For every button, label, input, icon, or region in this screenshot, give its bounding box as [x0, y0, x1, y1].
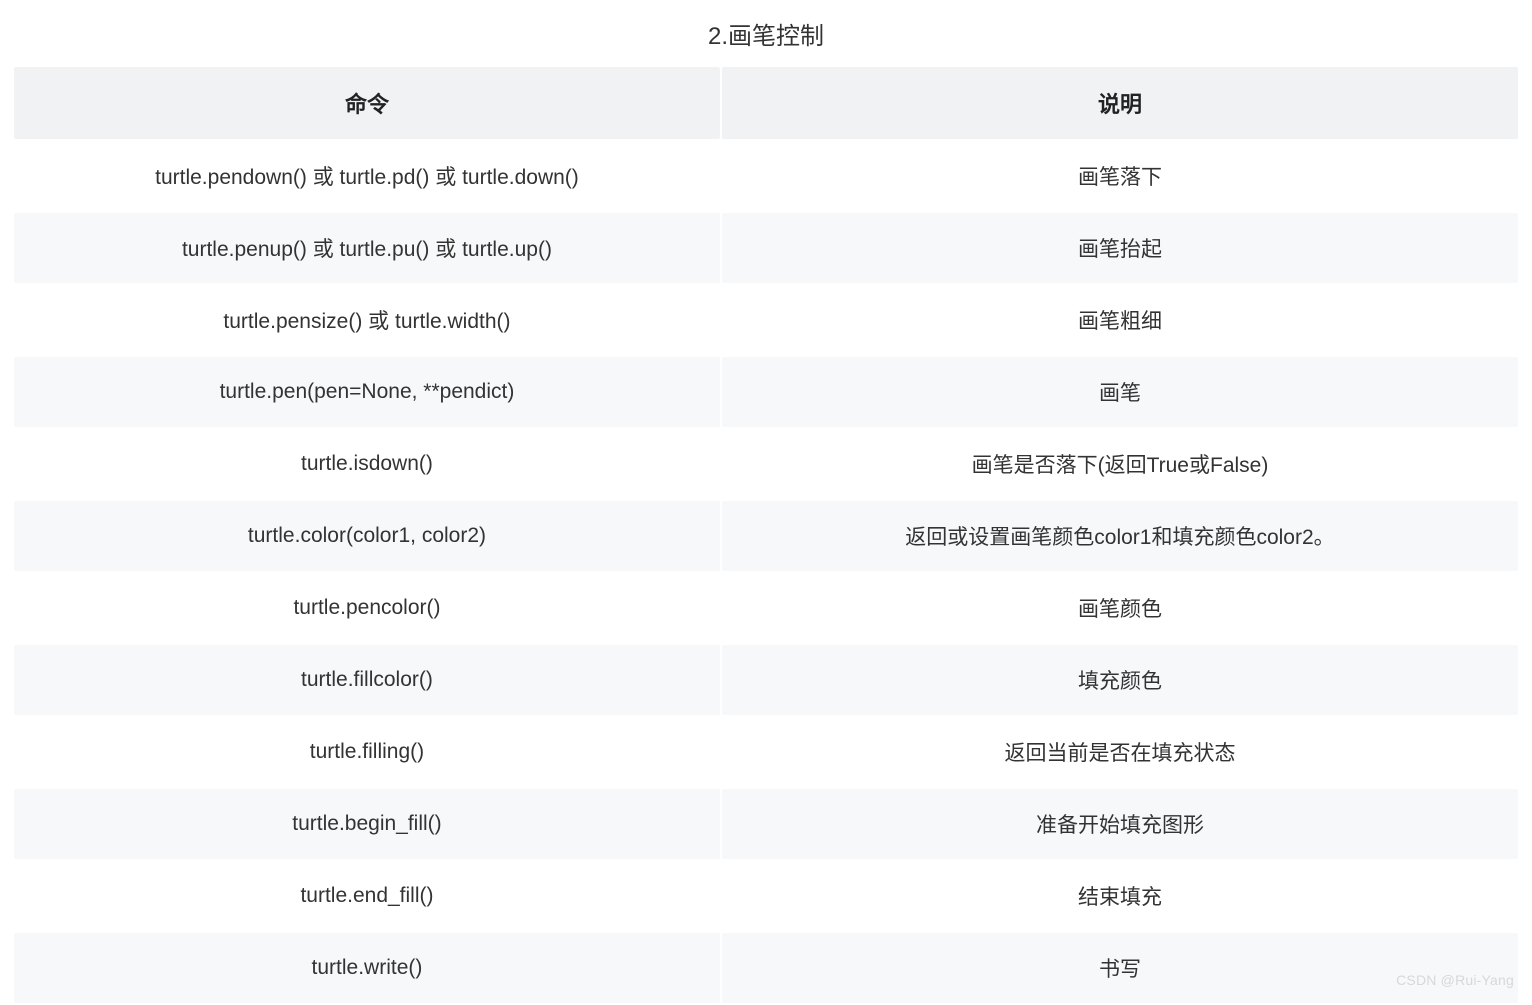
cell-description: 返回当前是否在填充状态	[722, 717, 1518, 787]
cell-command: turtle.color(color1, color2)	[14, 501, 720, 571]
table-caption: 2.画笔控制	[12, 10, 1520, 65]
cell-description: 返回或设置画笔颜色color1和填充颜色color2。	[722, 501, 1518, 571]
table-row: turtle.isdown() 画笔是否落下(返回True或False)	[14, 429, 1518, 499]
cell-description: 书写	[722, 933, 1518, 1003]
table-row: turtle.begin_fill() 准备开始填充图形	[14, 789, 1518, 859]
cell-description: 填充颜色	[722, 645, 1518, 715]
cell-command: turtle.penup() 或 turtle.pu() 或 turtle.up…	[14, 213, 720, 283]
table-header-row: 命令 说明	[14, 67, 1518, 139]
table-row: turtle.end_fill() 结束填充	[14, 861, 1518, 931]
table-row: turtle.fillcolor() 填充颜色	[14, 645, 1518, 715]
table-row: turtle.pencolor() 画笔颜色	[14, 573, 1518, 643]
cell-command: turtle.pensize() 或 turtle.width()	[14, 285, 720, 355]
table-row: turtle.write() 书写	[14, 933, 1518, 1003]
pen-control-table: 命令 说明 turtle.pendown() 或 turtle.pd() 或 t…	[12, 65, 1520, 1005]
cell-command: turtle.pencolor()	[14, 573, 720, 643]
cell-description: 画笔落下	[722, 141, 1518, 211]
watermark-label: CSDN @Rui-Yang	[1396, 972, 1514, 988]
cell-command: turtle.filling()	[14, 717, 720, 787]
cell-description: 准备开始填充图形	[722, 789, 1518, 859]
table-row: turtle.color(color1, color2) 返回或设置画笔颜色co…	[14, 501, 1518, 571]
cell-description: 画笔抬起	[722, 213, 1518, 283]
table-row: turtle.pendown() 或 turtle.pd() 或 turtle.…	[14, 141, 1518, 211]
cell-command: turtle.fillcolor()	[14, 645, 720, 715]
cell-command: turtle.pen(pen=None, **pendict)	[14, 357, 720, 427]
cell-command: turtle.begin_fill()	[14, 789, 720, 859]
cell-description: 结束填充	[722, 861, 1518, 931]
table-row: turtle.filling() 返回当前是否在填充状态	[14, 717, 1518, 787]
table-row: turtle.pen(pen=None, **pendict) 画笔	[14, 357, 1518, 427]
table-row: turtle.pensize() 或 turtle.width() 画笔粗细	[14, 285, 1518, 355]
cell-command: turtle.end_fill()	[14, 861, 720, 931]
table-row: turtle.penup() 或 turtle.pu() 或 turtle.up…	[14, 213, 1518, 283]
cell-command: turtle.write()	[14, 933, 720, 1003]
header-command: 命令	[14, 67, 720, 139]
header-description: 说明	[722, 67, 1518, 139]
cell-command: turtle.pendown() 或 turtle.pd() 或 turtle.…	[14, 141, 720, 211]
cell-command: turtle.isdown()	[14, 429, 720, 499]
cell-description: 画笔是否落下(返回True或False)	[722, 429, 1518, 499]
cell-description: 画笔	[722, 357, 1518, 427]
cell-description: 画笔颜色	[722, 573, 1518, 643]
cell-description: 画笔粗细	[722, 285, 1518, 355]
